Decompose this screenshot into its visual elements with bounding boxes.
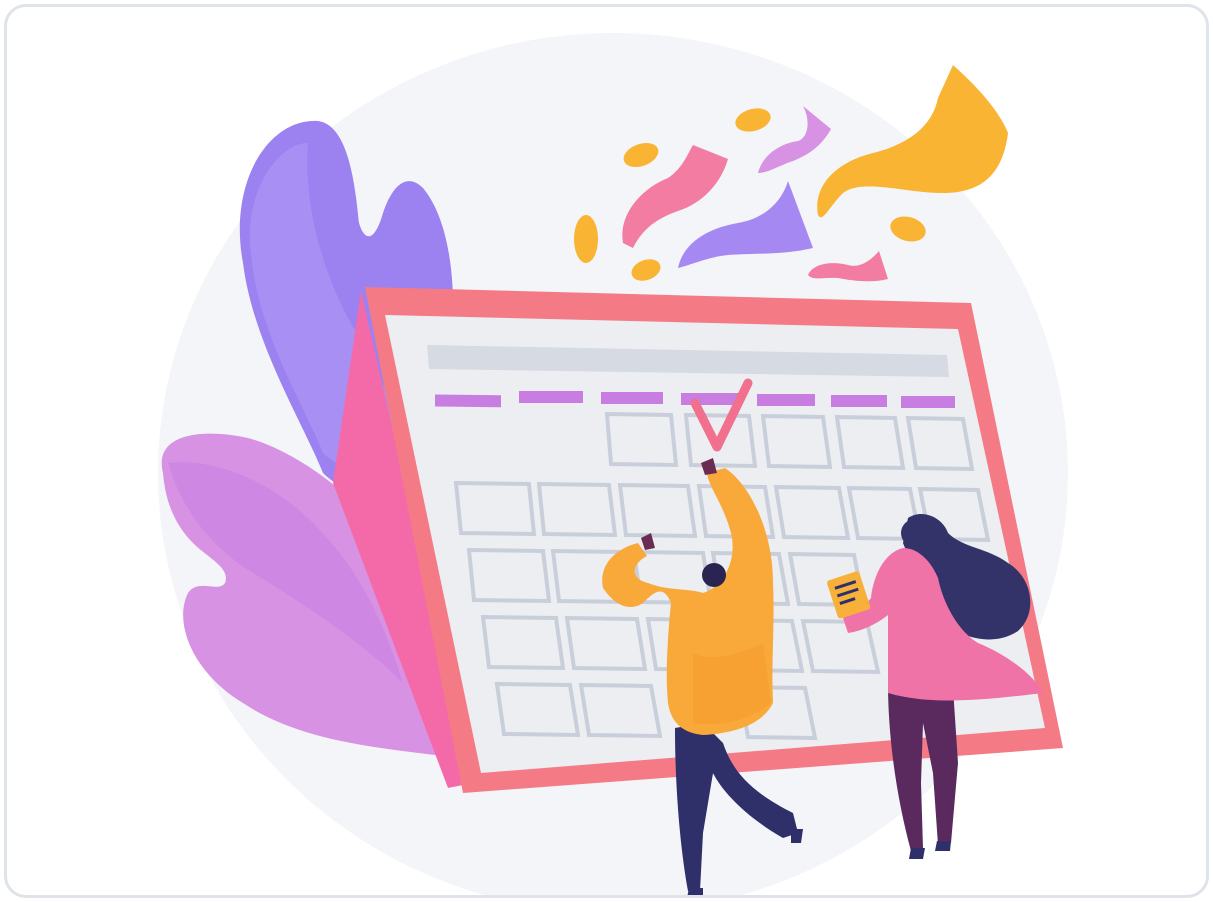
calendar-celebration-illustration: [158, 33, 1068, 895]
woman-head: [901, 519, 929, 547]
woman-shoe-right: [935, 841, 951, 851]
man-shoe-left: [687, 888, 703, 895]
man-shoe-right: [791, 829, 803, 843]
man-head: [702, 563, 726, 587]
woman-shoe-left: [909, 848, 925, 859]
illustration-frame: [4, 4, 1209, 898]
